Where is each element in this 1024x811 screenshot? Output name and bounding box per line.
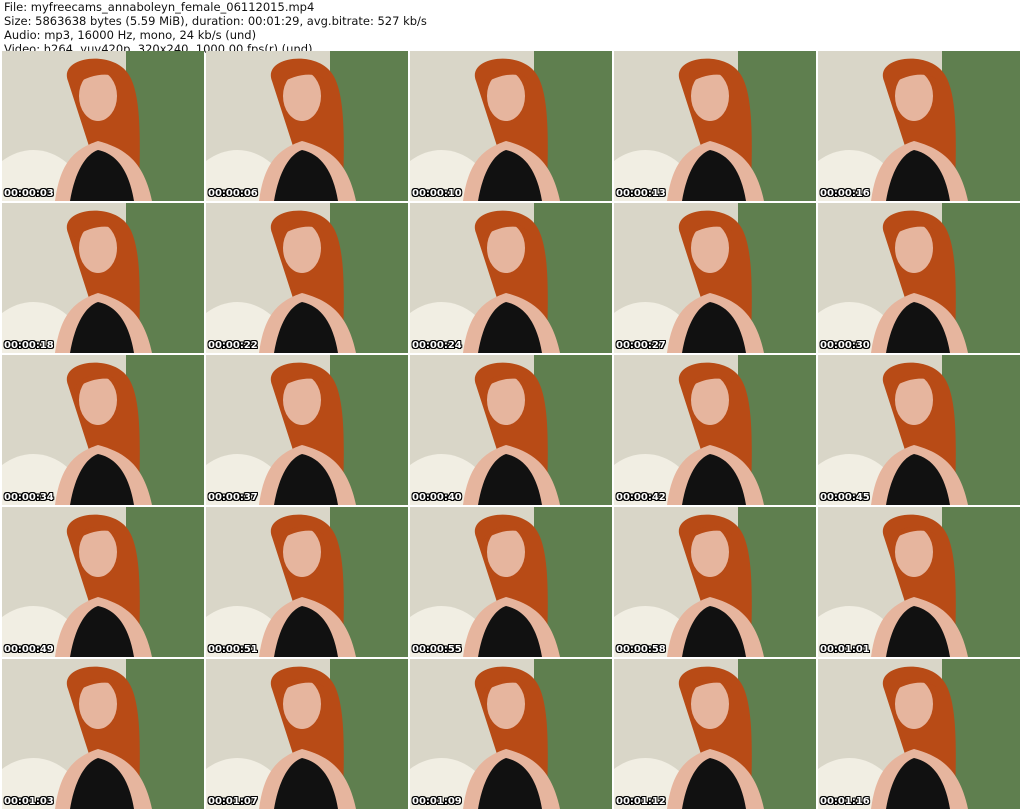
frame-image bbox=[614, 203, 816, 353]
frame-image bbox=[614, 507, 816, 657]
thumbnail-frame: 00:00:24 bbox=[410, 203, 612, 353]
timestamp-label: 00:00:10 bbox=[412, 188, 462, 199]
timestamp-label: 00:00:55 bbox=[412, 644, 462, 655]
frame-image bbox=[206, 659, 408, 809]
timestamp-label: 00:01:03 bbox=[4, 796, 54, 807]
timestamp-label: 00:00:03 bbox=[4, 188, 54, 199]
timestamp-label: 00:01:07 bbox=[208, 796, 258, 807]
frame-image bbox=[2, 51, 204, 201]
size-line: Size: 5863638 bytes (5.59 MiB), duration… bbox=[4, 14, 427, 28]
thumbnail-frame: 00:00:49 bbox=[2, 507, 204, 657]
thumbnail-frame: 00:00:34 bbox=[2, 355, 204, 505]
timestamp-label: 00:00:51 bbox=[208, 644, 258, 655]
timestamp-label: 00:00:58 bbox=[616, 644, 666, 655]
thumbnail-frame: 00:01:07 bbox=[206, 659, 408, 809]
timestamp-label: 00:00:40 bbox=[412, 492, 462, 503]
thumbnail-grid: 00:00:03 00:00:06 00:00:10 00:00:13 00:0… bbox=[2, 51, 1022, 811]
thumbnail-frame: 00:00:58 bbox=[614, 507, 816, 657]
audio-line: Audio: mp3, 16000 Hz, mono, 24 kb/s (und… bbox=[4, 28, 257, 42]
frame-image bbox=[2, 507, 204, 657]
thumbnail-frame: 00:01:03 bbox=[2, 659, 204, 809]
frame-image bbox=[818, 659, 1020, 809]
thumbnail-frame: 00:01:16 bbox=[818, 659, 1020, 809]
frame-image bbox=[410, 203, 612, 353]
thumbnail-frame: 00:00:18 bbox=[2, 203, 204, 353]
frame-image bbox=[818, 203, 1020, 353]
timestamp-label: 00:00:06 bbox=[208, 188, 258, 199]
video-info-header: File: myfreecams_annaboleyn_female_06112… bbox=[4, 0, 764, 56]
timestamp-label: 00:00:37 bbox=[208, 492, 258, 503]
thumbnail-frame: 00:00:13 bbox=[614, 51, 816, 201]
timestamp-label: 00:01:01 bbox=[820, 644, 870, 655]
thumbnail-frame: 00:00:03 bbox=[2, 51, 204, 201]
frame-image bbox=[614, 659, 816, 809]
frame-image bbox=[206, 507, 408, 657]
frame-image bbox=[410, 507, 612, 657]
frame-image bbox=[614, 51, 816, 201]
frame-image bbox=[614, 355, 816, 505]
timestamp-label: 00:00:22 bbox=[208, 340, 258, 351]
timestamp-label: 00:00:13 bbox=[616, 188, 666, 199]
frame-image bbox=[2, 203, 204, 353]
thumbnail-frame: 00:00:37 bbox=[206, 355, 408, 505]
thumbnail-frame: 00:01:01 bbox=[818, 507, 1020, 657]
frame-image bbox=[410, 51, 612, 201]
timestamp-label: 00:01:16 bbox=[820, 796, 870, 807]
thumbnail-frame: 00:00:06 bbox=[206, 51, 408, 201]
frame-image bbox=[2, 355, 204, 505]
timestamp-label: 00:01:09 bbox=[412, 796, 462, 807]
frame-image bbox=[818, 507, 1020, 657]
thumbnail-frame: 00:00:10 bbox=[410, 51, 612, 201]
timestamp-label: 00:01:12 bbox=[616, 796, 666, 807]
thumbnail-frame: 00:00:40 bbox=[410, 355, 612, 505]
frame-image bbox=[818, 355, 1020, 505]
frame-image bbox=[2, 659, 204, 809]
timestamp-label: 00:00:16 bbox=[820, 188, 870, 199]
thumbnail-frame: 00:00:27 bbox=[614, 203, 816, 353]
timestamp-label: 00:00:24 bbox=[412, 340, 462, 351]
timestamp-label: 00:00:27 bbox=[616, 340, 666, 351]
timestamp-label: 00:00:18 bbox=[4, 340, 54, 351]
thumbnail-frame: 00:01:12 bbox=[614, 659, 816, 809]
thumbnail-frame: 00:00:55 bbox=[410, 507, 612, 657]
thumbnail-frame: 00:01:09 bbox=[410, 659, 612, 809]
thumbnail-frame: 00:00:30 bbox=[818, 203, 1020, 353]
frame-image bbox=[206, 355, 408, 505]
frame-image bbox=[410, 355, 612, 505]
timestamp-label: 00:00:49 bbox=[4, 644, 54, 655]
thumbnail-frame: 00:00:16 bbox=[818, 51, 1020, 201]
thumbnail-frame: 00:00:45 bbox=[818, 355, 1020, 505]
timestamp-label: 00:00:42 bbox=[616, 492, 666, 503]
thumbnail-frame: 00:00:42 bbox=[614, 355, 816, 505]
thumbnail-frame: 00:00:22 bbox=[206, 203, 408, 353]
frame-image bbox=[818, 51, 1020, 201]
file-line: File: myfreecams_annaboleyn_female_06112… bbox=[4, 0, 315, 14]
timestamp-label: 00:00:34 bbox=[4, 492, 54, 503]
frame-image bbox=[206, 51, 408, 201]
thumbnail-frame: 00:00:51 bbox=[206, 507, 408, 657]
frame-image bbox=[410, 659, 612, 809]
timestamp-label: 00:00:30 bbox=[820, 340, 870, 351]
frame-image bbox=[206, 203, 408, 353]
timestamp-label: 00:00:45 bbox=[820, 492, 870, 503]
